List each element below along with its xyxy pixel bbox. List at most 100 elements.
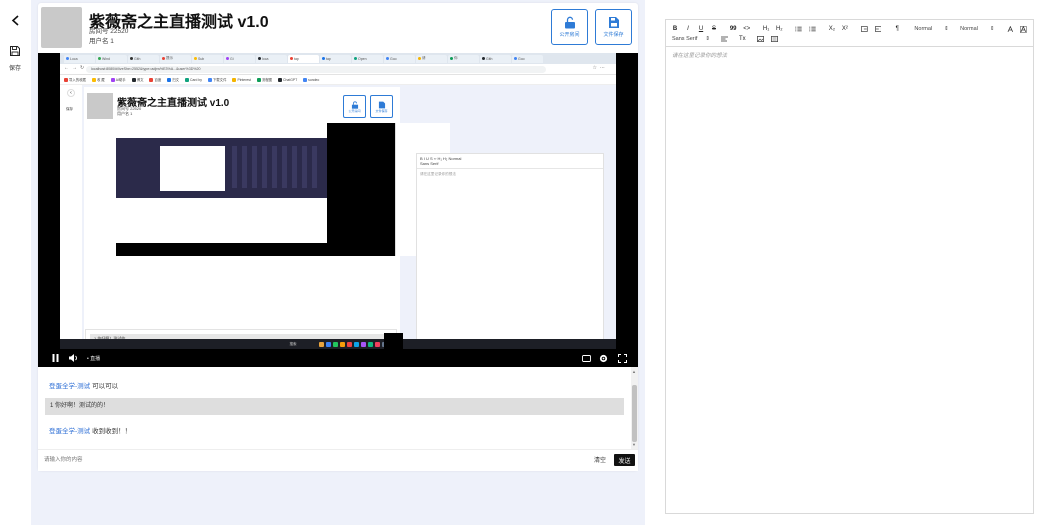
header-select[interactable]: Normal ⇕ (960, 25, 994, 34)
font-color-icon (1007, 25, 1013, 32)
tab-favicon-icon (66, 57, 69, 60)
bookmark-bar: 导入的收藏 收 藏 AI助手 博文 百度 扫文 Card by 下载文件 Pinterest 流程… (60, 75, 616, 85)
browser-tab-label: Goo (390, 56, 397, 61)
bookmark-item: 博文 (131, 77, 144, 82)
blockquote-button[interactable]: 99 (730, 25, 737, 34)
video-icon (770, 36, 778, 42)
bookmark-icon (185, 77, 190, 82)
browser-tab: Goo (512, 54, 543, 63)
live-indicator: • 直播 (87, 355, 101, 362)
nested-font: Sans Serif (420, 161, 439, 166)
bookmark-icon (91, 77, 96, 82)
italic-button[interactable]: I (685, 25, 691, 34)
tab-favicon-icon (226, 57, 229, 60)
bullet-list-icon (809, 26, 816, 32)
back-button[interactable] (8, 13, 23, 28)
chat-messages: 登蛋全学-测试 可以可以 1 你好啊！测试的的！ 登蛋全学-测试 收到收到！！ (38, 367, 638, 449)
editor-toolbar: B I U S 99 <> H₁ H₂ X₂ X² ¶ Normal ⇕ Norm… (666, 20, 1033, 47)
live-video-player[interactable]: Loca Wind Gith 提示 Sub Gi loca tap tap Open Goo 请 你 Gi… (38, 53, 638, 367)
unlock-icon (564, 16, 575, 29)
nested-normal: Normal (448, 156, 462, 161)
superscript-button[interactable]: X² (842, 25, 848, 34)
fullscreen-button[interactable] (618, 351, 627, 365)
nested-dark-region (116, 138, 327, 198)
code-block-button[interactable]: <> (743, 25, 750, 34)
bookmark-item: 流程图 (256, 77, 273, 82)
scroll-up-arrow[interactable]: ▲ (632, 369, 636, 374)
nested-app-view: ‹ 保存 紫薇斋之主直播测试 v1.0 房间号 22520 用户名 1 公开房间… (60, 85, 616, 349)
browser-tab-label: 提示 (166, 56, 173, 60)
strike-button[interactable]: S (711, 25, 717, 34)
nested-public-label: 公开房间 (348, 108, 361, 113)
browser-tab: Goo (384, 54, 415, 63)
browser-tab: Loca (64, 54, 95, 63)
nested-save-label: 保存 (66, 107, 73, 111)
send-button[interactable]: 发送 (614, 454, 635, 466)
video-button[interactable] (770, 35, 778, 44)
tab-favicon-icon (482, 57, 485, 60)
size-select[interactable]: Normal ⇕ (914, 25, 949, 34)
nested-file-save-icon (378, 101, 385, 108)
chat-message: 登蛋全学-测试 可以可以 (49, 380, 118, 390)
bookmark-item: 百度 (149, 77, 161, 82)
browser-tab-label: Gith (134, 56, 141, 61)
save-nav-button[interactable]: 保存 (4, 44, 26, 72)
bookmark-label: Card by (190, 77, 202, 82)
bookmark-label: 流程图 (261, 78, 273, 82)
fullscreen-icon (618, 353, 627, 363)
browser-tab: 你 (448, 54, 479, 63)
bullet-list-button[interactable] (809, 25, 816, 34)
chat-input[interactable] (44, 453, 544, 467)
volume-button[interactable] (69, 351, 79, 365)
bookmark-icon (207, 77, 212, 82)
bookmark-icon (110, 77, 115, 82)
volume-icon (69, 354, 77, 362)
file-save-button[interactable]: 文件保存 (595, 9, 632, 45)
image-icon (756, 36, 764, 42)
bold-button[interactable]: B (672, 25, 678, 34)
browser-tab-label: Goo (518, 56, 525, 61)
browser-tab-label: Sub (198, 56, 205, 61)
nested-meta: 房间号 22520 用户名 1 (117, 106, 141, 116)
room-meta: 房间号 22520 用户名 1 (89, 27, 128, 47)
settings-button[interactable] (599, 351, 608, 365)
clear-button[interactable]: 清空 (594, 455, 607, 464)
font-color-button[interactable] (1007, 25, 1014, 34)
image-button[interactable] (756, 35, 764, 44)
scroll-down-arrow[interactable]: ▼ (632, 442, 636, 447)
tab-favicon-icon (194, 57, 197, 60)
bookmark-label: 博文 (136, 78, 144, 82)
browser-tab: Sub (192, 54, 223, 63)
font-select[interactable]: Sans Serif ⇕ (672, 35, 710, 44)
nested-save-btn-label: 文件保存 (375, 108, 388, 113)
subscript-button[interactable]: X₂ (829, 25, 835, 34)
editor-content[interactable]: 请在这里记录你的想法 (666, 47, 1033, 63)
chat-username[interactable]: 登蛋全学-测试 (49, 428, 90, 435)
left-rail: 保存 (0, 0, 31, 525)
nested-inner-screen (116, 123, 327, 243)
captions-button[interactable] (582, 351, 591, 365)
ordered-list-button[interactable] (795, 25, 803, 34)
h1-button[interactable]: H₁ (763, 25, 769, 34)
nested-video (116, 123, 450, 256)
indent-button[interactable] (874, 25, 882, 34)
pause-button[interactable] (52, 351, 59, 365)
clear-format-button[interactable]: Tx (739, 35, 746, 44)
tab-favicon-icon (98, 57, 101, 60)
nested-public-button: 公开房间 (343, 95, 366, 118)
browser-nav-icons: ←→↻ (64, 65, 88, 71)
bookmark-item: sundeo (303, 77, 319, 82)
chat-username[interactable]: 登蛋全学-测试 (49, 383, 90, 390)
chat-scroll-thumb[interactable] (632, 385, 637, 442)
h2-button[interactable]: H₂ (776, 25, 783, 34)
browser-tab-label: Loca (70, 56, 78, 61)
direction-button[interactable]: ¶ (894, 25, 900, 34)
chevron-updown-icon: ⇕ (944, 26, 949, 32)
background-color-button[interactable] (1020, 25, 1027, 34)
bookmark-label: 百度 (154, 78, 162, 82)
bookmark-item: 扫文 (167, 77, 179, 82)
public-room-button[interactable]: 公开房间 (551, 9, 588, 45)
underline-button[interactable]: U (698, 25, 704, 34)
align-button[interactable] (720, 35, 728, 44)
outdent-button[interactable] (860, 25, 868, 34)
